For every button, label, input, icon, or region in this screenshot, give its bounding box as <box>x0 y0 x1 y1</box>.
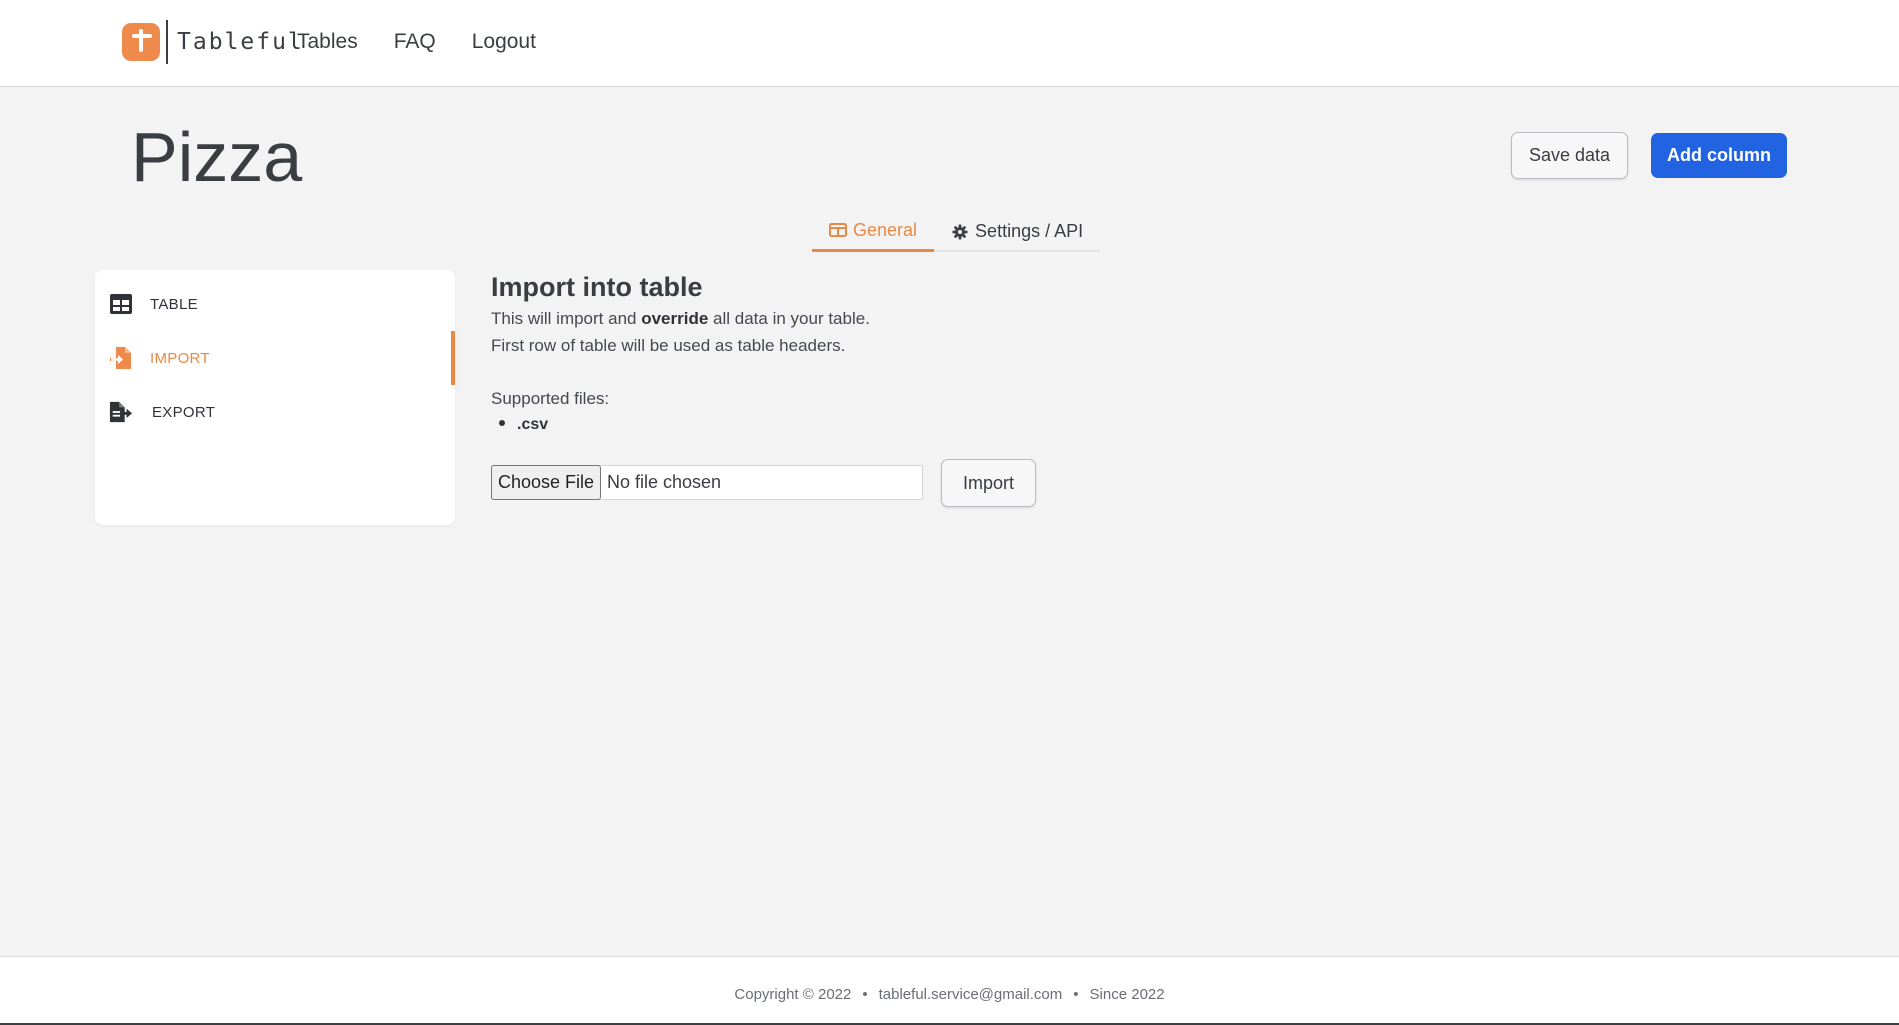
file-import-icon <box>110 347 131 369</box>
tab-settings-label: Settings / API <box>975 221 1084 241</box>
tab-bar: General Settings / API <box>812 213 1101 252</box>
file-export-icon <box>109 401 133 423</box>
nav-link-logout[interactable]: Logout <box>472 30 536 54</box>
nav-link-tables[interactable]: Tables <box>297 30 358 54</box>
desc-text: all data in your table. <box>708 309 870 328</box>
desc-headers-note: First row of table will be used as table… <box>491 336 846 355</box>
supported-file-list: .csv <box>499 416 548 434</box>
import-panel: Import into table This will import and o… <box>491 272 870 359</box>
footer-email-link[interactable]: tableful.service@gmail.com <box>879 986 1063 1003</box>
footer-text: Copyright © 2022 • tableful.service@gmail.… <box>0 986 1899 1003</box>
sidebar-item-import[interactable]: IMPORT <box>109 331 455 385</box>
footer-since: Since 2022 <box>1089 986 1165 1003</box>
footer: Copyright © 2022 • tableful.service@gmail.… <box>0 956 1899 1025</box>
nav-link-faq[interactable]: FAQ <box>394 30 436 54</box>
gear-icon <box>952 223 968 240</box>
nav-links: Tables FAQ Logout <box>297 30 536 54</box>
brand-name: Tableful <box>177 29 304 55</box>
sidebar-item-label: IMPORT <box>150 349 210 367</box>
import-heading: Import into table <box>491 272 703 302</box>
save-data-button[interactable]: Save data <box>1511 132 1628 179</box>
desc-text: This will import and <box>491 309 642 328</box>
choose-file-button[interactable]: Choose File <box>491 465 601 500</box>
page-title: Pizza <box>131 118 303 196</box>
sidebar-item-label: EXPORT <box>152 403 216 421</box>
import-description: This will import and override all data i… <box>491 305 870 359</box>
tab-settings-api[interactable]: Settings / API <box>934 213 1100 250</box>
footer-separator: • <box>862 986 868 1003</box>
table-grid-icon <box>110 294 132 314</box>
supported-files-label: Supported files: <box>491 389 610 408</box>
tab-general[interactable]: General <box>812 213 935 252</box>
top-navbar: Tableful Tables FAQ Logout <box>0 0 1899 87</box>
footer-copyright: Copyright © 2022 <box>734 986 852 1003</box>
file-type-csv: .csv <box>517 416 549 433</box>
sidebar-item-table[interactable]: TABLE <box>109 277 455 331</box>
tab-general-label: General <box>853 219 918 240</box>
sidebar-item-export[interactable]: EXPORT <box>109 385 455 439</box>
brand-divider <box>166 20 168 64</box>
bullet <box>499 419 505 426</box>
file-input[interactable]: Choose File No file chosen <box>491 465 923 500</box>
brand[interactable]: Tableful <box>122 20 304 64</box>
table-icon <box>829 223 847 237</box>
add-column-button[interactable]: Add column <box>1651 133 1787 178</box>
desc-bold-override: override <box>641 309 709 328</box>
footer-separator: • <box>1073 986 1079 1003</box>
import-button[interactable]: Import <box>941 459 1036 507</box>
file-status-text: No file chosen <box>607 472 722 492</box>
sidebar-item-label: TABLE <box>150 295 198 313</box>
sidebar: TABLE IMPORT EXPORT <box>95 270 455 525</box>
tableful-logo-icon <box>122 23 160 61</box>
